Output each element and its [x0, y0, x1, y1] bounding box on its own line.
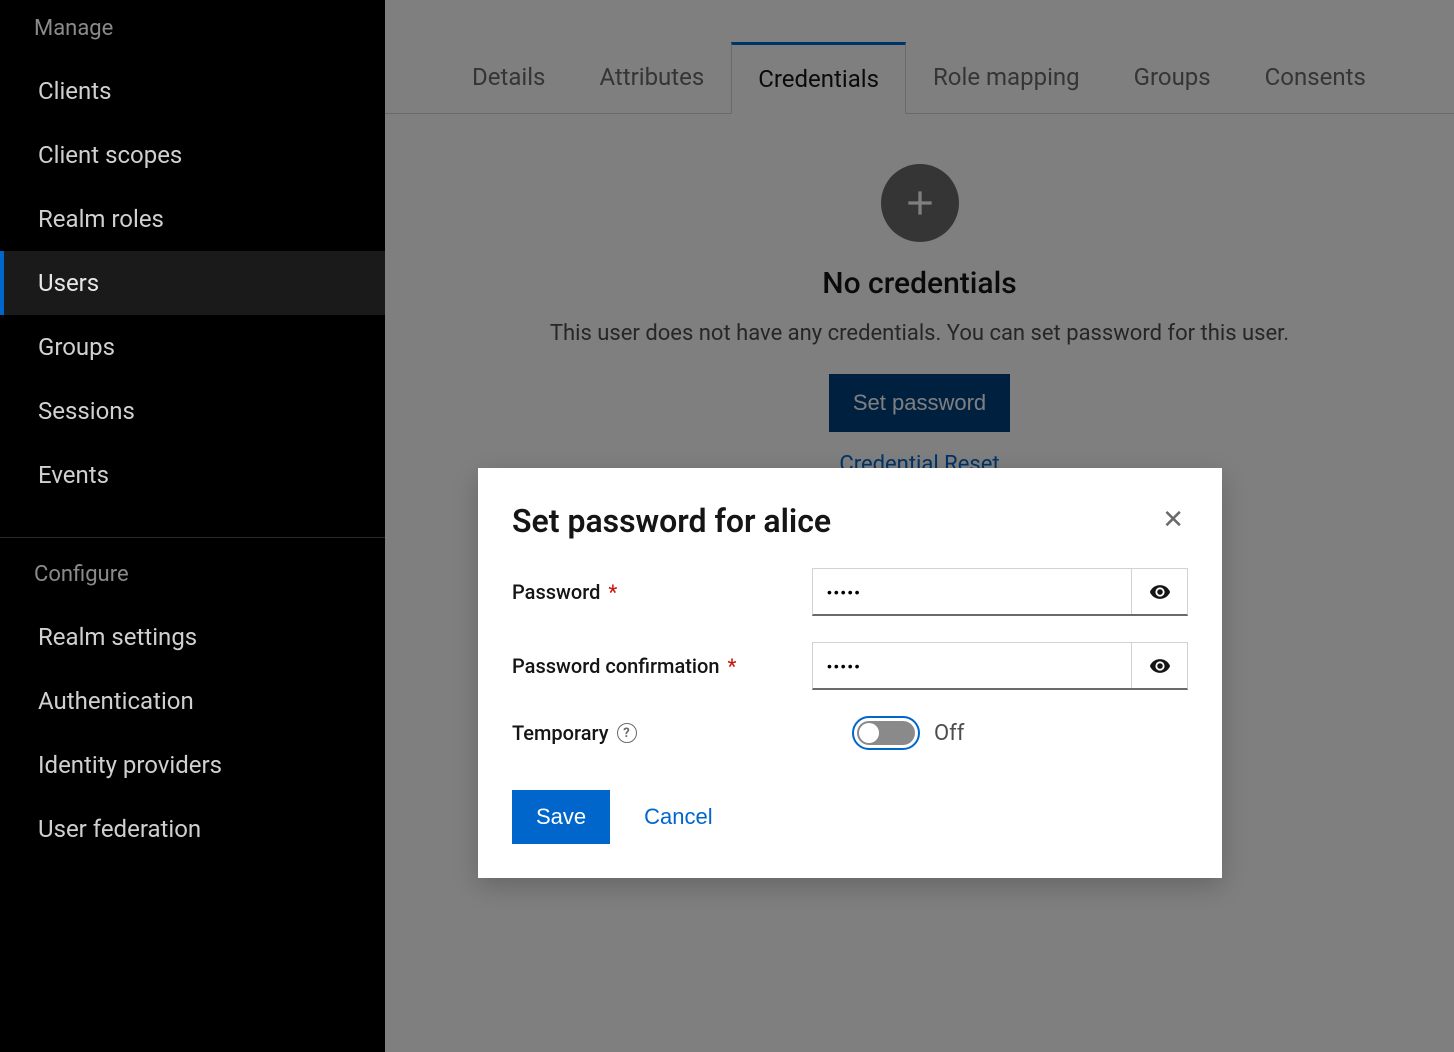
sidebar-item-client-scopes[interactable]: Client scopes: [0, 123, 385, 187]
cancel-button[interactable]: Cancel: [644, 804, 712, 830]
required-asterisk: *: [608, 580, 617, 604]
temporary-toggle[interactable]: [857, 721, 915, 745]
sidebar-item-events[interactable]: Events: [0, 443, 385, 507]
sidebar-item-label: Identity providers: [38, 751, 222, 779]
sidebar-header-configure: Configure: [0, 537, 385, 605]
password-confirm-label: Password confirmation *: [512, 654, 812, 678]
sidebar-item-groups[interactable]: Groups: [0, 315, 385, 379]
sidebar-item-authentication[interactable]: Authentication: [0, 669, 385, 733]
sidebar-item-realm-settings[interactable]: Realm settings: [0, 605, 385, 669]
required-asterisk: *: [727, 654, 736, 678]
temporary-label: Temporary ?: [512, 721, 812, 745]
save-button[interactable]: Save: [512, 790, 610, 844]
sidebar-item-clients[interactable]: Clients: [0, 59, 385, 123]
sidebar-item-sessions[interactable]: Sessions: [0, 379, 385, 443]
password-label: Password *: [512, 580, 812, 604]
sidebar-item-label: User federation: [38, 815, 201, 843]
sidebar-item-users[interactable]: Users: [0, 251, 385, 315]
eye-icon[interactable]: [1131, 643, 1187, 688]
sidebar-item-label: Users: [38, 269, 99, 297]
sidebar-item-label: Client scopes: [38, 141, 182, 169]
password-input[interactable]: [813, 569, 1131, 614]
modal-title: Set password for alice: [512, 502, 831, 540]
sidebar-item-label: Sessions: [38, 397, 135, 425]
sidebar-item-label: Clients: [38, 77, 112, 105]
sidebar-item-label: Groups: [38, 333, 115, 361]
sidebar-header-manage: Manage: [0, 0, 385, 59]
password-confirm-input[interactable]: [813, 643, 1131, 688]
sidebar-item-label: Realm settings: [38, 623, 197, 651]
toggle-knob: [859, 723, 879, 743]
sidebar-item-realm-roles[interactable]: Realm roles: [0, 187, 385, 251]
sidebar-item-user-federation[interactable]: User federation: [0, 797, 385, 861]
sidebar-item-label: Authentication: [38, 687, 194, 715]
sidebar-item-identity-providers[interactable]: Identity providers: [0, 733, 385, 797]
close-icon[interactable]: ✕: [1158, 502, 1188, 536]
sidebar-item-label: Events: [38, 461, 109, 489]
sidebar-item-label: Realm roles: [38, 205, 164, 233]
toggle-state-label: Off: [934, 721, 964, 746]
eye-icon[interactable]: [1131, 569, 1187, 614]
help-icon[interactable]: ?: [617, 723, 637, 743]
sidebar: Manage Clients Client scopes Realm roles…: [0, 0, 385, 1052]
set-password-modal: Set password for alice ✕ Password * Pass…: [478, 468, 1222, 878]
